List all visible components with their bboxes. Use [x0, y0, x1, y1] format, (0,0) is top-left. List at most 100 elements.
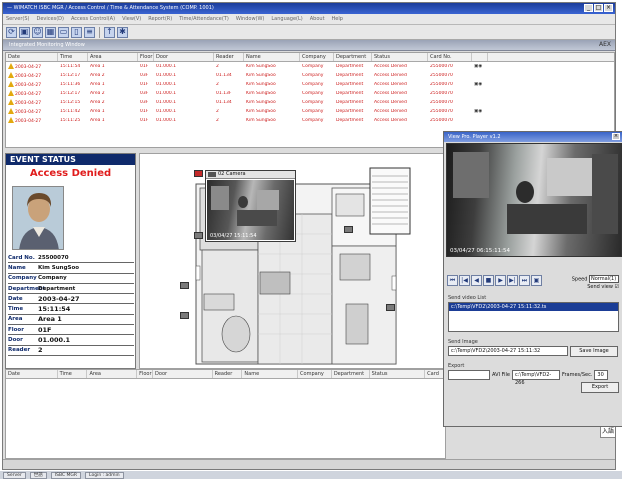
- skip-forward-icon[interactable]: ⏭: [519, 275, 530, 286]
- speed-select[interactable]: Normal(1): [589, 275, 619, 283]
- menu-report[interactable]: Report(R): [148, 16, 172, 22]
- column-department[interactable]: Department: [332, 370, 370, 378]
- row-action-icons[interactable]: ▣◉: [472, 64, 488, 69]
- table-row[interactable]: 2003-04-27 15:12:15 Area 2 03F 01.000.1 01.13…: [6, 98, 614, 107]
- column-card[interactable]: Card No.: [428, 53, 472, 61]
- send-image-label: Send Image: [448, 339, 478, 345]
- column-company[interactable]: Company: [300, 53, 334, 61]
- step-forward-icon[interactable]: ▶|: [507, 275, 518, 286]
- report-icon[interactable]: ≡: [84, 26, 95, 38]
- column-door[interactable]: Door: [153, 370, 213, 378]
- monitoring-window-controls[interactable]: AEX: [599, 41, 611, 48]
- table-row[interactable]: 2003-04-27 15:11:25 Area 1 01F 01.000.1 2 Kim …: [6, 116, 614, 125]
- table-cell-date: 2003-04-27: [6, 90, 58, 97]
- grid-icon[interactable]: ▦: [45, 26, 56, 38]
- table-row[interactable]: 2003-04-27 15:11:54 Area 1 01F 01.000.1 2 Kim …: [6, 62, 614, 71]
- table-cell-company: Company: [302, 73, 324, 78]
- column-name[interactable]: Name: [242, 370, 299, 378]
- export-button[interactable]: Export: [581, 382, 619, 393]
- rewind-icon[interactable]: ◀: [471, 275, 482, 286]
- field-name: Name Kim SungSoo: [8, 263, 134, 274]
- menu-about[interactable]: About: [310, 16, 325, 22]
- column-reader[interactable]: Reader: [213, 370, 243, 378]
- row-action-icons[interactable]: ▣◉: [472, 109, 488, 114]
- avi-file-input[interactable]: c:\Temp\VFD2-266: [511, 370, 560, 386]
- table-cell-reader: 2: [216, 118, 219, 123]
- skip-back-icon[interactable]: ⏮: [447, 275, 458, 286]
- table-row[interactable]: 2003-04-27 15:11:36 Area 1 01F 01.000.1 2 Kim …: [6, 80, 614, 89]
- menu-devices[interactable]: Devices(D): [36, 16, 63, 22]
- camera-marker-icon[interactable]: [194, 170, 203, 177]
- taskbar-item[interactable]: Login : admin: [85, 471, 124, 479]
- column-reader[interactable]: Reader: [214, 53, 244, 61]
- language-button[interactable]: 入語: [600, 426, 615, 438]
- menu-language[interactable]: Language(L): [271, 16, 302, 22]
- close-icon[interactable]: ×: [604, 4, 613, 12]
- column-floor[interactable]: Floor: [137, 370, 154, 378]
- settings-icon[interactable]: ✱: [117, 26, 128, 38]
- menu-time-attendance[interactable]: Time/Attendance(T): [179, 16, 229, 22]
- field-area: Area Area 1: [8, 315, 134, 326]
- speed-label: Speed: [571, 276, 588, 283]
- play-icon[interactable]: ▶: [495, 275, 506, 286]
- menu-access-control[interactable]: Access Control(A): [71, 16, 115, 22]
- column-floor[interactable]: Floor: [138, 53, 154, 61]
- column-door[interactable]: Door: [154, 53, 214, 61]
- monitor-icon[interactable]: ▭: [58, 26, 69, 38]
- floor-map[interactable]: 02 Camera 03/04/27 15:11:54: [139, 153, 448, 369]
- step-back-icon[interactable]: |◀: [459, 275, 470, 286]
- close-icon[interactable]: ×: [612, 133, 620, 140]
- minimize-icon[interactable]: _: [584, 4, 593, 12]
- maximize-icon[interactable]: □: [594, 4, 603, 12]
- menu-help[interactable]: Help: [332, 16, 343, 22]
- snapshot-icon[interactable]: ▣: [531, 275, 542, 286]
- send-image-group: Send Image c:\Temp\VFD2\2003-04-27 15:11…: [448, 339, 619, 357]
- door-icon[interactable]: ▯: [71, 26, 82, 38]
- camera-marker-icon[interactable]: [180, 282, 189, 289]
- send-image-path-input[interactable]: c:\Temp\VFD2\2003-04-27 15:11:32: [448, 346, 568, 356]
- person-photo: [12, 186, 64, 250]
- camera-marker-icon[interactable]: [180, 312, 189, 319]
- table-cell-status: Access Denied: [374, 64, 407, 69]
- camera-marker-icon[interactable]: [344, 226, 353, 233]
- stop-icon[interactable]: ■: [483, 275, 494, 286]
- taskbar-item[interactable]: ISBC MGR: [50, 471, 82, 479]
- user-icon[interactable]: ☺: [32, 26, 43, 38]
- table-cell-department: Department: [336, 118, 364, 123]
- table-row[interactable]: 2003-04-27 15:12:17 Area 2 03F 01.000.1 01.13…: [6, 71, 614, 80]
- row-action-icons[interactable]: ▣◉: [472, 82, 488, 87]
- save-image-button[interactable]: Save Image: [570, 346, 618, 357]
- taskbar-item[interactable]: Server: [3, 471, 26, 479]
- column-company[interactable]: Company: [298, 370, 332, 378]
- title-bar: — WIMATCH ISBC MGR / Access Control / Ti…: [3, 3, 615, 14]
- table-cell-name: Kim SungSoo: [246, 73, 276, 78]
- send-view-checkbox[interactable]: ☑: [615, 284, 619, 290]
- menu-server[interactable]: Server(S): [6, 16, 29, 22]
- taskbar-item[interactable]: 世語: [29, 471, 47, 479]
- table-row[interactable]: 2003-04-27 15:11:42 Area 1 01F 01.000.1 2 Kim …: [6, 107, 614, 116]
- menu-view[interactable]: View(V): [122, 16, 141, 22]
- connect-icon[interactable]: ⟳: [6, 26, 17, 38]
- column-date[interactable]: Date: [6, 370, 58, 378]
- camera-marker-icon[interactable]: [386, 304, 395, 311]
- table-cell-date-text: 2003-04-27: [15, 74, 42, 79]
- column-date[interactable]: Date: [6, 53, 58, 61]
- menu-window[interactable]: Window(W): [236, 16, 265, 22]
- column-status[interactable]: Status: [372, 53, 428, 61]
- column-name[interactable]: Name: [244, 53, 300, 61]
- column-status[interactable]: Status: [370, 370, 426, 378]
- frames-input[interactable]: 30: [594, 370, 609, 380]
- field-department: Department Department: [8, 284, 134, 295]
- column-area[interactable]: Area: [88, 53, 138, 61]
- table-row[interactable]: 2003-04-27 15:12:17 Area 2 03F 01.000.1 01.13…: [6, 89, 614, 98]
- column-time[interactable]: Time: [58, 53, 88, 61]
- alarm-icon[interactable]: ↑: [104, 26, 115, 38]
- send-video-list[interactable]: c:\Temp\VFD2\2003-04-27 15:11:32.ts: [448, 302, 619, 332]
- camera-marker-icon[interactable]: [194, 232, 203, 239]
- send-video-list-item[interactable]: c:\Temp\VFD2\2003-04-27 15:11:32.ts: [449, 303, 618, 311]
- server-icon[interactable]: ▣: [19, 26, 30, 38]
- column-time[interactable]: Time: [58, 370, 88, 378]
- column-department[interactable]: Department: [334, 53, 372, 61]
- column-area[interactable]: Area: [87, 370, 138, 378]
- camera-popup[interactable]: 02 Camera 03/04/27 15:11:54: [205, 170, 296, 242]
